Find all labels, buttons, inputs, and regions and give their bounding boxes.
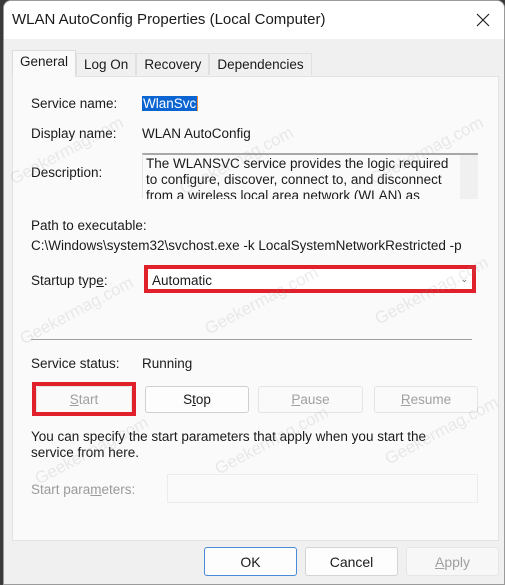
resume-button[interactable]: Resume (374, 386, 478, 413)
service-status-value: Running (142, 356, 193, 371)
ok-button[interactable]: OK (204, 547, 297, 576)
tab-log-on[interactable]: Log On (76, 53, 137, 75)
chevron-down-icon: ⌄ (460, 274, 468, 284)
display-name-value[interactable]: WLAN AutoConfig (142, 126, 251, 141)
close-icon (476, 13, 490, 27)
cancel-button[interactable]: Cancel (305, 547, 398, 576)
description-box[interactable]: The WLANSVC service provides the logic r… (142, 153, 478, 199)
startup-type-value: Automatic (152, 273, 213, 288)
path-value[interactable]: C:\Windows\system32\svchost.exe -k Local… (31, 238, 462, 253)
start-parameters-input[interactable] (167, 474, 478, 503)
start-parameters-label: Start parameters: (31, 482, 136, 497)
general-panel: Service name: WlanSvc Display name: WLAN… (12, 76, 499, 541)
close-button[interactable] (470, 7, 496, 33)
start-button-highlight (32, 382, 136, 416)
startup-type-dropdown[interactable]: Automatic ⌄ (144, 265, 476, 293)
properties-dialog: WLAN AutoConfig Properties (Local Comput… (3, 0, 505, 585)
stop-button[interactable]: St op (145, 386, 249, 413)
pause-button[interactable]: Pause (258, 386, 363, 413)
tab-general[interactable]: General (12, 50, 77, 77)
description-scrollbar[interactable] (460, 155, 478, 199)
description-text: The WLANSVC service provides the logic r… (146, 156, 449, 199)
window-title: WLAN AutoConfig Properties (Local Comput… (12, 11, 326, 28)
service-name-selected-text[interactable]: WlanSvc (142, 96, 199, 111)
apply-button[interactable]: Apply (406, 547, 499, 576)
display-name-label: Display name: (31, 126, 117, 141)
path-label: Path to executable: (31, 218, 147, 233)
service-name-label: Service name: (31, 96, 118, 111)
description-label: Description: (31, 165, 103, 180)
startup-type-label: Startup type: (31, 273, 108, 288)
tab-bar: General Log On Recovery Dependencies (12, 50, 312, 77)
tab-dependencies[interactable]: Dependencies (209, 53, 312, 75)
tab-recovery[interactable]: Recovery (136, 53, 210, 75)
service-status-label: Service status: (31, 356, 120, 371)
divider (31, 339, 472, 340)
title-bar: WLAN AutoConfig Properties (Local Comput… (4, 1, 504, 39)
start-parameters-note: You can specify the start parameters tha… (31, 429, 426, 460)
service-name-value[interactable]: WlanSvc (142, 96, 199, 111)
